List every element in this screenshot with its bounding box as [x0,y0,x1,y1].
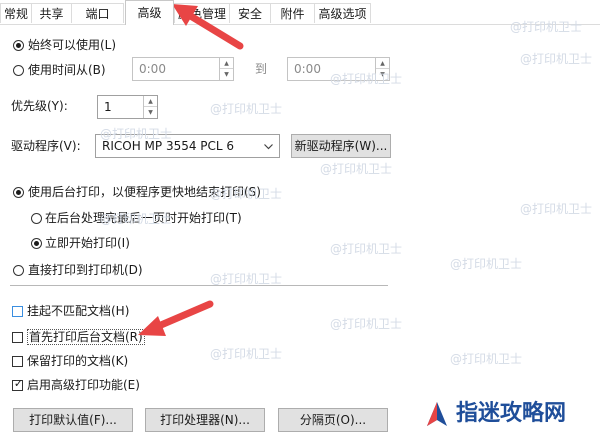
print-processor-button[interactable]: 打印处理器(N)... [145,408,265,432]
print-direct-label: 直接打印到打印机(D) [28,263,143,277]
use-spool-radio[interactable] [13,187,24,198]
tab-ports[interactable]: 端口 [71,3,124,23]
section-divider [10,285,388,286]
logo-text: 指迷攻略网 [456,401,567,426]
compass-icon [427,402,447,426]
priority-field[interactable]: 1 ▲ ▼ [97,95,158,119]
chevron-down-icon [264,144,273,150]
hold-mismatched-checkbox[interactable] [12,306,23,317]
watermark-text: @打印机卫士 [210,187,283,201]
tab-attachments[interactable]: 附件 [270,3,315,23]
tab-general[interactable]: 常规 [0,3,32,23]
keep-printed-checkbox[interactable] [12,356,23,367]
always-available-label: 始终可以使用(L) [28,38,117,52]
priority-spinner[interactable]: ▲ ▼ [143,96,157,118]
tab-advanced-options[interactable]: 高级选项 [314,3,371,23]
hold-mismatched-label: 挂起不匹配文档(H) [27,304,130,318]
start-after-last-page-radio[interactable] [31,213,42,224]
tab-advanced[interactable]: 高级 [125,0,174,25]
watermark-text: @打印机卫士 [450,257,523,271]
new-driver-button[interactable]: 新驱动程序(W)... [291,134,391,158]
always-available-radio[interactable] [13,40,24,51]
advanced-features-checkbox[interactable]: ✓ [12,377,24,391]
from-time-spinner[interactable]: ▲ ▼ [219,58,233,80]
watermark-text: @打印机卫士 [330,242,403,256]
watermark-text: @打印机卫士 [100,212,173,226]
advanced-features-label: 启用高级打印功能(E) [27,378,140,392]
available-from-label: 使用时间从(B) [28,63,106,77]
driver-label: 驱动程序(V): [11,139,81,153]
site-logo: 指迷攻略网 [424,398,594,432]
available-from-time-field[interactable]: 0:00 ▲ ▼ [132,57,234,81]
tab-sharing[interactable]: 共享 [31,3,72,23]
to-label: 到 [255,62,268,76]
priority-label: 优先级(Y): [11,99,68,113]
available-to-time-value: 0:00 [294,62,321,76]
watermark-text: @打印机卫士 [450,352,523,366]
priority-value: 1 [104,100,112,114]
watermark-text: @打印机卫士 [330,317,403,331]
watermark-text: @打印机卫士 [330,72,403,86]
start-immediately-label: 立即开始打印(I) [45,236,130,250]
available-from-radio[interactable] [13,65,24,76]
print-spooled-first-checkbox[interactable] [12,332,23,343]
watermark-text: @打印机卫士 [320,162,393,176]
checkmark-icon: ✓ [13,377,24,390]
watermark-text: @打印机卫士 [520,52,593,66]
watermark-text: @打印机卫士 [210,272,283,286]
printing-defaults-button[interactable]: 打印默认值(F)... [13,408,133,432]
watermark-text: @打印机卫士 [510,20,583,34]
watermark-text: @打印机卫士 [210,347,283,361]
available-from-time-value: 0:00 [139,62,166,76]
separator-page-button[interactable]: 分隔页(O)... [278,408,388,432]
watermark-text: @打印机卫士 [210,102,283,116]
start-immediately-radio[interactable] [31,238,42,249]
annotation-arrow-icon [138,300,214,336]
keep-printed-label: 保留打印的文档(K) [27,354,129,368]
print-direct-radio[interactable] [13,265,24,276]
print-spooled-first-label: 首先打印后台文档(R) [27,329,145,345]
annotation-arrow-icon [172,4,244,50]
watermark-text: @打印机卫士 [100,127,173,141]
watermark-text: @打印机卫士 [520,202,593,216]
